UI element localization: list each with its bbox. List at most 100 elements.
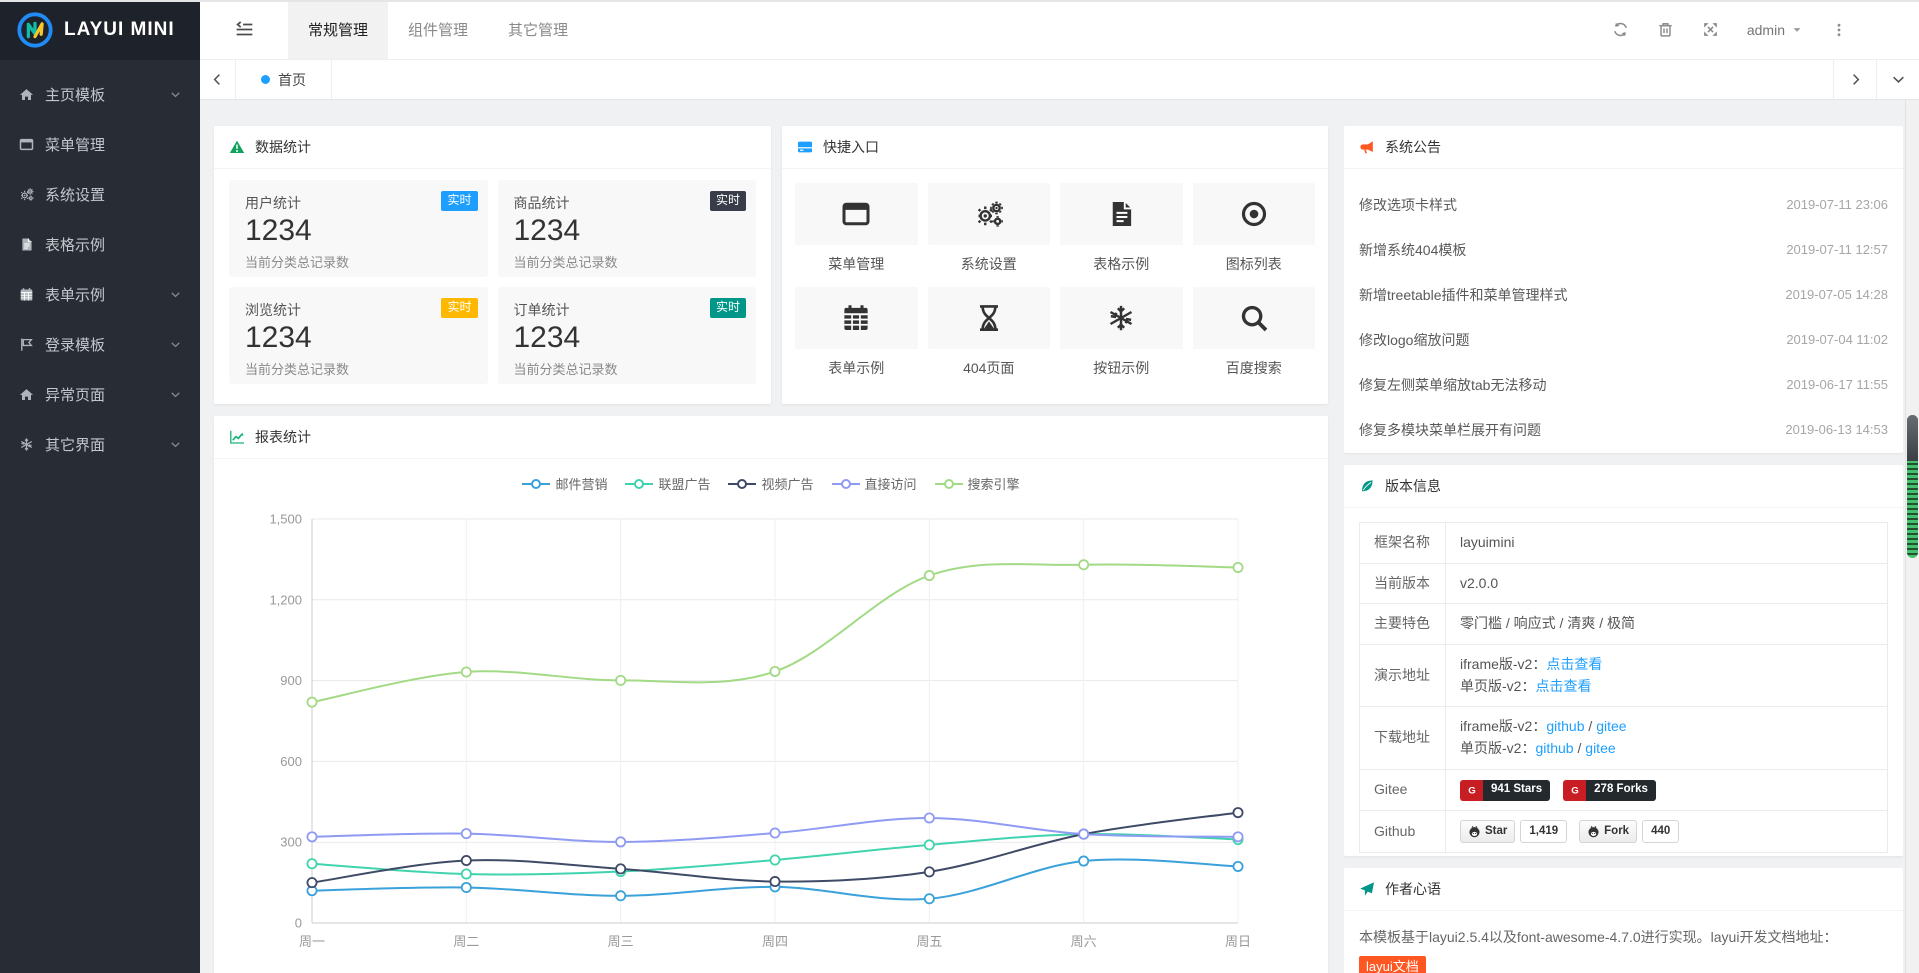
sidebar-item-3[interactable]: 表格示例: [0, 219, 200, 269]
sidebar-item-label: 系统设置: [45, 184, 105, 205]
user-menu[interactable]: admin: [1747, 22, 1803, 38]
app-logo[interactable]: LAYUI MINI: [0, 0, 200, 60]
announcement-row-0[interactable]: 修改选项卡样式2019-07-11 23:06: [1359, 182, 1888, 227]
report-line-chart: 03006009001,2001,500周一周二周三周四周五周六周日: [214, 497, 1328, 973]
announcement-row-3[interactable]: 修改logo缩放问题2019-07-04 11:02: [1359, 317, 1888, 362]
legend-item-视频广告[interactable]: 视频广告: [728, 474, 813, 493]
version-row-6: GithubStar1,419Fork440: [1360, 810, 1888, 853]
header-nav-tab-2[interactable]: 其它管理: [488, 0, 588, 59]
quick-link-label: 菜单管理: [795, 254, 918, 274]
stat-value: 1234: [245, 321, 472, 356]
legend-item-搜索引擎[interactable]: 搜索引擎: [935, 474, 1020, 493]
text-segment: 零门槛 / 响应式 / 清爽 / 极简: [1460, 615, 1635, 631]
left-column: 数据统计 用户统计实时1234当前分类总记录数商品统计实时1234当前分类总记录…: [214, 126, 1328, 973]
quick-link-1[interactable]: 系统设置: [928, 183, 1051, 274]
header-nav-tab-0[interactable]: 常规管理: [288, 0, 388, 59]
svg-text:G: G: [1571, 786, 1578, 797]
page-scrollbar[interactable]: [1905, 100, 1919, 973]
tab-home[interactable]: 首页: [236, 60, 332, 99]
link-gitee[interactable]: gitee: [1596, 718, 1626, 734]
stat-realtime-badge: 实时: [441, 191, 477, 211]
github-fork-button[interactable]: Fork: [1579, 820, 1637, 844]
gitee-badge[interactable]: G941 Stars: [1460, 780, 1550, 801]
link-gitee[interactable]: gitee: [1585, 740, 1615, 756]
legend-item-联盟广告[interactable]: 联盟广告: [625, 474, 710, 493]
card-version-header: 版本信息: [1344, 465, 1903, 508]
app-title: LAYUI MINI: [64, 19, 175, 41]
header-nav-tab-1[interactable]: 组件管理: [388, 0, 488, 59]
svg-text:周一: 周一: [299, 934, 325, 949]
scrollbar-thumb[interactable]: [1907, 415, 1918, 558]
card-author-words: 作者心语 本模板基于layui2.5.4以及font-awesome-4.7.0…: [1344, 868, 1903, 973]
sidebar-item-4[interactable]: 表单示例: [0, 269, 200, 319]
author-words-body: 本模板基于layui2.5.4以及font-awesome-4.7.0进行实现。…: [1344, 911, 1903, 973]
snowflake-icon: [1060, 287, 1183, 349]
stat-realtime-badge: 实时: [710, 298, 746, 318]
link-github[interactable]: github: [1535, 740, 1573, 756]
card-data-stats: 数据统计 用户统计实时1234当前分类总记录数商品统计实时1234当前分类总记录…: [214, 126, 771, 404]
warning-triangle-icon: [229, 139, 245, 155]
quick-link-3[interactable]: 图标列表: [1193, 183, 1316, 274]
card-quick-entry: 快捷入口 菜单管理系统设置表格示例图标列表表单示例404页面按钮示例百度搜索: [782, 126, 1328, 404]
announcement-date: 2019-07-11 23:06: [1786, 197, 1888, 212]
refresh-icon[interactable]: [1612, 21, 1629, 38]
leaf-icon: [1359, 478, 1375, 494]
tab-bar-controls: [1833, 60, 1919, 99]
sidebar-item-label: 登录模板: [45, 334, 105, 355]
quick-link-7[interactable]: 百度搜索: [1193, 287, 1316, 378]
legend-label: 直接访问: [865, 474, 917, 493]
legend-marker-icon: [832, 478, 860, 490]
sidebar-item-5[interactable]: 登录模板: [0, 319, 200, 369]
gears-icon: [19, 187, 36, 202]
link-点击查看[interactable]: 点击查看: [1546, 656, 1602, 672]
stat-box-3: 订单统计实时1234当前分类总记录数: [498, 287, 757, 384]
gitee-logo-icon: G: [1563, 780, 1586, 801]
legend-item-直接访问[interactable]: 直接访问: [832, 474, 917, 493]
quick-link-4[interactable]: 表单示例: [795, 287, 918, 378]
announcement-row-4[interactable]: 修复左侧菜单缩放tab无法移动2019-06-17 11:55: [1359, 362, 1888, 407]
sidebar-item-6[interactable]: 异常页面: [0, 369, 200, 419]
link-github[interactable]: github: [1546, 718, 1584, 734]
github-star-button[interactable]: Star: [1460, 820, 1515, 844]
announcement-text: 新增系统404模板: [1359, 240, 1466, 260]
text-segment: 单页版-v2：: [1460, 678, 1535, 694]
caret-down-icon: [1791, 24, 1803, 36]
svg-text:300: 300: [280, 835, 302, 850]
sidebar-item-0[interactable]: 主页模板: [0, 69, 200, 119]
tabs-scroll-left-button[interactable]: [200, 60, 236, 99]
legend-item-邮件营销[interactable]: 邮件营销: [522, 474, 607, 493]
tabs-scroll-right-button[interactable]: [1833, 60, 1876, 99]
svg-text:周二: 周二: [453, 934, 479, 949]
text-segment: iframe版-v2：: [1460, 656, 1546, 672]
version-row-0: 框架名称layuimini: [1360, 523, 1888, 564]
home-icon: [19, 387, 36, 402]
quick-link-0[interactable]: 菜单管理: [795, 183, 918, 274]
text-segment: 单页版-v2：: [1460, 740, 1535, 756]
stat-value: 1234: [514, 214, 741, 249]
github-count[interactable]: 440: [1642, 820, 1679, 844]
announcement-row-1[interactable]: 新增系统404模板2019-07-11 12:57: [1359, 227, 1888, 272]
layui-doc-badge[interactable]: layui文档: [1359, 956, 1426, 973]
card-report-header: 报表统计: [214, 416, 1328, 459]
gitee-badge[interactable]: G278 Forks: [1563, 780, 1656, 801]
quick-link-5[interactable]: 404页面: [928, 287, 1051, 378]
tabs-menu-button[interactable]: [1876, 60, 1919, 99]
svg-text:900: 900: [280, 673, 302, 688]
fullscreen-icon[interactable]: [1702, 21, 1719, 38]
link-点击查看[interactable]: 点击查看: [1535, 678, 1591, 694]
quick-link-2[interactable]: 表格示例: [1060, 183, 1183, 274]
announcement-list: 修改选项卡样式2019-07-11 23:06新增系统404模板2019-07-…: [1344, 169, 1903, 452]
sidebar-item-7[interactable]: 其它界面: [0, 419, 200, 469]
sidebar-item-label: 表单示例: [45, 284, 105, 305]
clear-cache-icon[interactable]: [1657, 21, 1674, 38]
sidebar-item-1[interactable]: 菜单管理: [0, 119, 200, 169]
more-options-icon[interactable]: [1831, 22, 1847, 38]
quick-link-6[interactable]: 按钮示例: [1060, 287, 1183, 378]
announcement-row-2[interactable]: 新增treetable插件和菜单管理样式2019-07-05 14:28: [1359, 272, 1888, 317]
github-octocat-icon: [1468, 825, 1481, 838]
github-count[interactable]: 1,419: [1520, 820, 1567, 844]
announcement-row-5[interactable]: 修复多模块菜单栏展开有问题2019-06-13 14:53: [1359, 407, 1888, 452]
card-data-stats-header: 数据统计: [214, 126, 771, 169]
sidebar-toggle-button[interactable]: [200, 0, 288, 59]
sidebar-item-2[interactable]: 系统设置: [0, 169, 200, 219]
